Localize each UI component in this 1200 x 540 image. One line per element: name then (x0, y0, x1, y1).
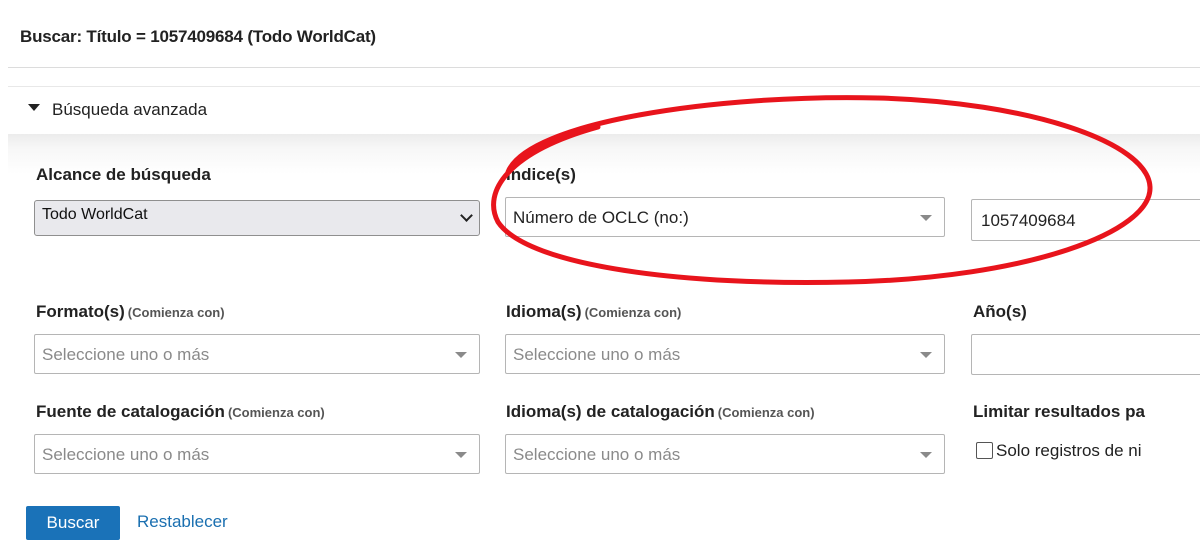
cataloging-language-label: Idioma(s) de catalogación (Comienza con) (506, 402, 815, 422)
chevron-down-icon (460, 209, 473, 222)
cataloging-source-select[interactable]: Seleccione uno o más (34, 434, 480, 474)
dropdown-arrow-icon (920, 352, 932, 358)
cataloging-source-label: Fuente de catalogación (Comienza con) (36, 402, 325, 422)
caret-down-icon (28, 104, 40, 111)
languages-hint: (Comienza con) (584, 305, 682, 320)
years-input[interactable] (971, 334, 1200, 375)
limit-results-label: Limitar resultados pa (973, 402, 1145, 421)
index-selected-value: Número de OCLC (no:) (513, 208, 689, 227)
advanced-search-toggle[interactable]: Búsqueda avanzada (8, 86, 1200, 134)
index-label: Indice(s) (506, 165, 576, 184)
page-title: Buscar: Título = 1057409684 (Todo WorldC… (20, 27, 376, 46)
advanced-search-label: Búsqueda avanzada (52, 100, 208, 119)
cataloging-language-hint: (Comienza con) (717, 405, 815, 420)
cataloging-source-hint: (Comienza con) (227, 405, 325, 420)
formats-label-text: Formato(s) (36, 302, 125, 321)
search-term-input[interactable]: 1057409684 (971, 199, 1200, 241)
dropdown-arrow-icon (920, 215, 932, 221)
cataloging-language-select[interactable]: Seleccione uno o más (505, 434, 945, 474)
search-scope-value: Todo WorldCat (42, 206, 148, 223)
formats-label: Formato(s) (Comienza con) (36, 302, 225, 322)
formats-placeholder: Seleccione uno o más (42, 345, 210, 364)
languages-placeholder: Seleccione uno o más (513, 345, 681, 364)
page-header: Buscar: Título = 1057409684 (Todo WorldC… (8, 0, 1200, 68)
languages-select[interactable]: Seleccione uno o más (505, 334, 945, 374)
records-checkbox-row[interactable]: Solo registros de ni (976, 441, 1142, 461)
search-term-value: 1057409684 (981, 211, 1076, 230)
years-label: Año(s) (973, 302, 1027, 321)
cataloging-language-label-text: Idioma(s) de catalogación (506, 402, 715, 421)
reset-link[interactable]: Restablecer (137, 512, 228, 532)
dropdown-arrow-icon (455, 452, 467, 458)
cataloging-language-placeholder: Seleccione uno o más (513, 445, 681, 464)
formats-hint: (Comienza con) (127, 305, 225, 320)
records-checkbox[interactable] (976, 442, 993, 459)
dropdown-arrow-icon (455, 352, 467, 358)
languages-label: Idioma(s) (Comienza con) (506, 302, 681, 322)
languages-label-text: Idioma(s) (506, 302, 582, 321)
dropdown-arrow-icon (920, 452, 932, 458)
cataloging-source-label-text: Fuente de catalogación (36, 402, 225, 421)
index-select[interactable]: Número de OCLC (no:) (505, 197, 945, 237)
search-button[interactable]: Buscar (26, 506, 120, 540)
search-scope-label: Alcance de búsqueda (36, 165, 211, 184)
search-scope-select[interactable]: Todo WorldCat (34, 200, 480, 236)
cataloging-source-placeholder: Seleccione uno o más (42, 445, 210, 464)
formats-select[interactable]: Seleccione uno o más (34, 334, 480, 374)
records-checkbox-label: Solo registros de ni (996, 441, 1142, 460)
